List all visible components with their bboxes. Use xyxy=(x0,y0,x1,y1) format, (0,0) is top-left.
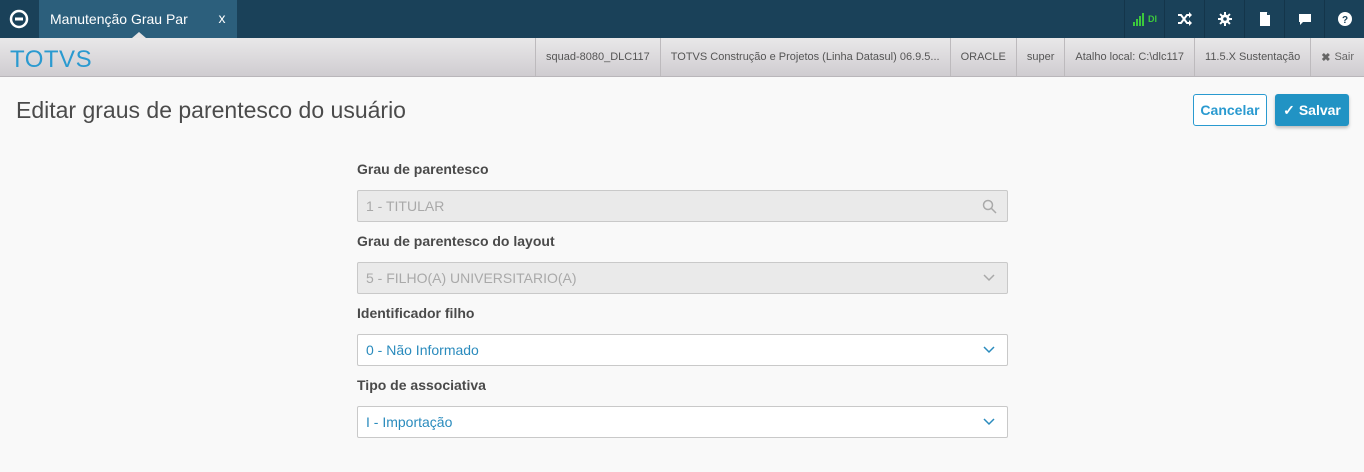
identificador-label: Identificador filho xyxy=(357,305,475,321)
logout-label: Sair xyxy=(1334,51,1354,63)
svg-text:?: ? xyxy=(1341,15,1347,26)
shuffle-button[interactable] xyxy=(1164,0,1204,38)
document-button[interactable] xyxy=(1244,0,1284,38)
sub-header: TOTVS squad-8080_DLC117 TOTVS Construção… xyxy=(0,38,1364,77)
chevron-down-icon xyxy=(981,414,997,430)
grau-layout-value: 5 - FILHO(A) UNIVERSITARIO(A) xyxy=(366,270,577,286)
signal-text: DI xyxy=(1148,14,1157,24)
chat-button[interactable] xyxy=(1284,0,1324,38)
save-label: Salvar xyxy=(1298,102,1341,118)
check-icon: ✓ xyxy=(1283,101,1295,118)
document-icon xyxy=(1259,12,1270,26)
help-icon: ? xyxy=(1337,12,1352,26)
app-logo-button[interactable] xyxy=(0,0,38,38)
tab-close-button[interactable]: x xyxy=(215,10,229,26)
identificador-select[interactable]: 0 - Não Informado xyxy=(357,334,1008,366)
grau-label: Grau de parentesco xyxy=(357,161,489,177)
info-shortcut: Atalho local: C:\dlc117 xyxy=(1064,38,1194,76)
tipo-label: Tipo de associativa xyxy=(357,377,486,393)
tab-label: Manutenção Grau Par xyxy=(50,11,188,27)
grau-value: 1 - TITULAR xyxy=(366,198,445,214)
tipo-select[interactable]: I - Importação xyxy=(357,406,1008,438)
info-database: ORACLE xyxy=(949,38,1016,76)
brand-logo: TOTVS xyxy=(10,46,93,73)
top-bar: Manutenção Grau Par x DI ? xyxy=(0,0,1364,38)
info-server: squad-8080_DLC117 xyxy=(535,38,660,76)
cancel-button[interactable]: Cancelar xyxy=(1193,94,1267,126)
logout-button[interactable]: ✖ Sair xyxy=(1310,38,1364,76)
tab-manutencao[interactable]: Manutenção Grau Par x xyxy=(39,0,237,38)
totvs-logo-icon xyxy=(9,9,29,29)
identificador-value: 0 - Não Informado xyxy=(366,342,479,358)
info-product: TOTVS Construção e Projetos (Linha Datas… xyxy=(659,38,950,76)
save-button[interactable]: ✓ Salvar xyxy=(1275,94,1349,126)
help-button[interactable]: ? xyxy=(1324,0,1364,38)
info-user: super xyxy=(1015,38,1065,76)
tipo-value: I - Importação xyxy=(366,414,453,430)
page-title: Editar graus de parentesco do usuário xyxy=(16,97,406,123)
search-icon xyxy=(981,198,997,214)
chat-icon xyxy=(1298,13,1311,25)
grau-layout-select: 5 - FILHO(A) UNIVERSITARIO(A) xyxy=(357,262,1008,294)
grau-field: 1 - TITULAR xyxy=(357,190,1008,222)
chevron-down-icon xyxy=(981,270,997,286)
close-icon: ✖ xyxy=(1321,51,1331,64)
shuffle-icon xyxy=(1177,12,1192,26)
info-version: 11.5.X Sustentação xyxy=(1194,38,1310,76)
signal-indicator[interactable]: DI xyxy=(1124,0,1164,38)
gear-icon xyxy=(1217,12,1232,26)
grau-layout-label: Grau de parentesco do layout xyxy=(357,233,555,249)
chevron-down-icon xyxy=(981,342,997,358)
settings-button[interactable] xyxy=(1204,0,1244,38)
